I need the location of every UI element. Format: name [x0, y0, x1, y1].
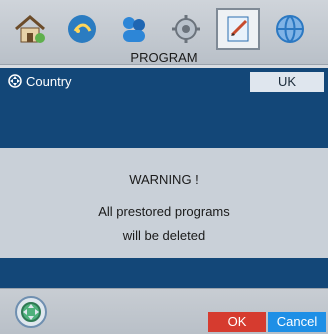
cancel-button[interactable]: Cancel — [268, 312, 326, 332]
program-panel: Country UK WARNING ! All prestored progr… — [0, 68, 328, 288]
ok-button[interactable]: OK — [208, 312, 266, 332]
settings-gear-icon-glyph — [172, 15, 200, 43]
menu-title: PROGRAM — [130, 50, 198, 65]
top-menu-bar: PROGRAM — [0, 0, 328, 65]
bottom-bar: OK Cancel — [0, 288, 328, 334]
people-icon[interactable] — [112, 8, 156, 50]
edit-program-icon-glyph — [227, 16, 249, 42]
warning-dialog: WARNING ! All prestored programs will be… — [0, 148, 328, 258]
country-row[interactable]: Country UK — [0, 72, 328, 92]
people-icon-glyph — [123, 17, 145, 42]
home-icon-glyph — [15, 15, 45, 43]
sound-icon[interactable] — [60, 8, 104, 50]
country-label: Country — [26, 74, 72, 89]
settings-gear-icon[interactable] — [164, 8, 208, 50]
sound-icon-glyph — [68, 15, 96, 43]
warning-title: WARNING ! — [129, 172, 199, 187]
globe-icon-glyph — [276, 15, 304, 43]
country-value[interactable]: UK — [250, 72, 324, 92]
navigation-ring-icon — [14, 295, 48, 329]
home-icon[interactable] — [8, 8, 52, 50]
warning-message-line2: will be deleted — [122, 228, 206, 243]
edit-program-icon[interactable] — [216, 8, 260, 50]
warning-message-line1: All prestored programs — [98, 204, 230, 219]
navigation-cross-icon — [8, 74, 22, 88]
globe-icon[interactable] — [268, 8, 312, 50]
